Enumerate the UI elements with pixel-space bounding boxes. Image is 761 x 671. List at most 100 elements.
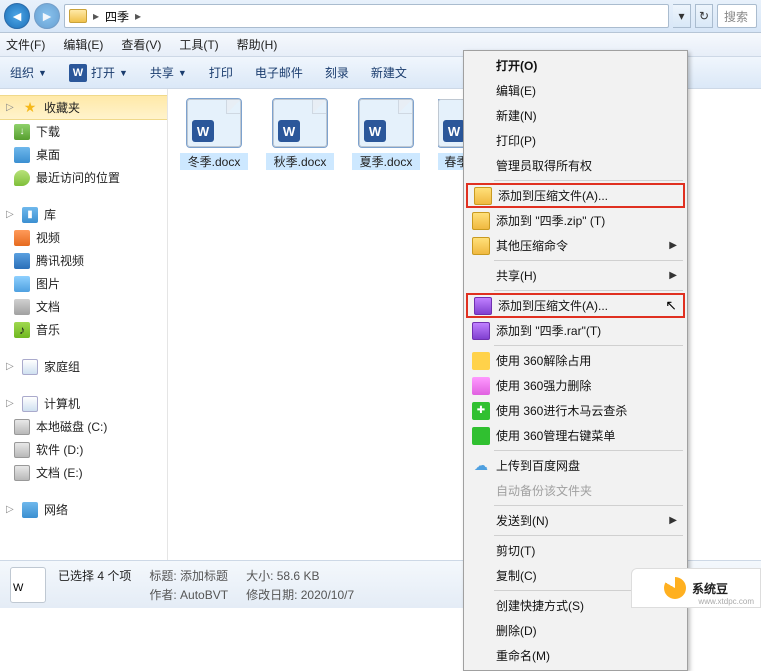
menu-help[interactable]: 帮助(H) <box>237 36 278 53</box>
zip-icon <box>472 212 490 230</box>
menu-view[interactable]: 查看(V) <box>121 36 161 53</box>
forward-button[interactable]: ► <box>34 3 60 29</box>
ctx-add-rar[interactable]: 添加到 "四季.rar"(T) <box>466 318 685 343</box>
drive-icon <box>14 419 30 435</box>
ctx-upload-cloud[interactable]: ☁上传到百度网盘 <box>466 453 685 478</box>
docx-icon: W <box>273 99 327 147</box>
folder-icon <box>69 9 87 23</box>
ctx-rename[interactable]: 重命名(M) <box>466 643 685 668</box>
file-tile[interactable]: W 夏季.docx <box>352 99 420 170</box>
sidebar: ▷★收藏夹 ↓下载 桌面 最近访问的位置 ▷▮库 视频 腾讯视频 图片 文档 ♪… <box>0 89 168 560</box>
zip-icon <box>472 237 490 255</box>
tb-open[interactable]: W打开▼ <box>69 64 128 82</box>
file-tile[interactable]: W 秋季.docx <box>266 99 334 170</box>
breadcrumb-folder[interactable]: 四季 <box>105 8 129 25</box>
chevron-right-icon: ▸ <box>93 9 99 23</box>
docx-icon: W <box>187 99 241 147</box>
ctx-open[interactable]: 打开(O) <box>466 53 685 78</box>
back-button[interactable]: ◄ <box>4 3 30 29</box>
video-icon <box>14 230 30 246</box>
document-icon <box>14 299 30 315</box>
sidebar-computer[interactable]: ▷计算机 <box>0 392 167 415</box>
ctx-add-zip[interactable]: 添加到 "四季.zip" (T) <box>466 208 685 233</box>
network-icon <box>22 502 38 518</box>
separator <box>494 260 683 261</box>
separator <box>494 180 683 181</box>
file-tile[interactable]: W 冬季.docx <box>180 99 248 170</box>
nav-bar: ◄ ► ▸ 四季 ▸ ▾ ↻ 搜索 <box>0 0 761 33</box>
ctx-360-menu[interactable]: 使用 360管理右键菜单 <box>466 423 685 448</box>
tb-print[interactable]: 打印 <box>209 64 233 81</box>
ctx-360-unlock[interactable]: 使用 360解除占用 <box>466 348 685 373</box>
desktop-icon <box>14 147 30 163</box>
separator <box>494 450 683 451</box>
tb-newfolder[interactable]: 新建文 <box>371 64 407 81</box>
zip-icon <box>474 187 492 205</box>
sidebar-music[interactable]: ♪音乐 <box>0 318 167 341</box>
menu-tools[interactable]: 工具(T) <box>179 36 218 53</box>
separator <box>494 535 683 536</box>
tb-share[interactable]: 共享▼ <box>150 64 187 81</box>
breadcrumb-dropdown[interactable]: ▾ <box>673 4 691 28</box>
sidebar-tencent[interactable]: 腾讯视频 <box>0 249 167 272</box>
sidebar-desktop[interactable]: 桌面 <box>0 143 167 166</box>
sidebar-recent[interactable]: 最近访问的位置 <box>0 166 167 189</box>
ctx-new[interactable]: 新建(N) <box>466 103 685 128</box>
docx-icon: W <box>359 99 413 147</box>
ctx-360-scan[interactable]: ✚使用 360进行木马云查杀 <box>466 398 685 423</box>
recent-icon <box>14 170 30 186</box>
ctx-share[interactable]: 共享(H)▶ <box>466 263 685 288</box>
separator <box>494 290 683 291</box>
sidebar-drive-e[interactable]: 文档 (E:) <box>0 461 167 484</box>
ctx-admin[interactable]: 管理员取得所有权 <box>466 153 685 178</box>
separator <box>494 505 683 506</box>
360-icon <box>472 427 490 445</box>
360-icon: ✚ <box>472 402 490 420</box>
sidebar-favorites[interactable]: ▷★收藏夹 <box>0 95 167 120</box>
search-placeholder: 搜索 <box>724 8 748 25</box>
drive-icon <box>14 442 30 458</box>
library-icon: ▮ <box>22 207 38 223</box>
picture-icon <box>14 276 30 292</box>
ctx-add-archive-zip[interactable]: 添加到压缩文件(A)... <box>466 183 685 208</box>
sidebar-downloads[interactable]: ↓下载 <box>0 120 167 143</box>
ctx-send-to[interactable]: 发送到(N)▶ <box>466 508 685 533</box>
sidebar-pictures[interactable]: 图片 <box>0 272 167 295</box>
docx-icon: W <box>10 567 46 603</box>
chevron-right-icon: ▸ <box>135 9 141 23</box>
cursor-icon: ↖ <box>665 297 677 314</box>
ctx-other-zip[interactable]: 其他压缩命令▶ <box>466 233 685 258</box>
ctx-delete[interactable]: 删除(D) <box>466 618 685 643</box>
ctx-cut[interactable]: 剪切(T) <box>466 538 685 563</box>
breadcrumb[interactable]: ▸ 四季 ▸ <box>64 4 669 28</box>
sidebar-homegroup[interactable]: ▷家庭组 <box>0 355 167 378</box>
ctx-360-delete[interactable]: 使用 360强力删除 <box>466 373 685 398</box>
sidebar-documents[interactable]: 文档 <box>0 295 167 318</box>
sidebar-libraries[interactable]: ▷▮库 <box>0 203 167 226</box>
menu-file[interactable]: 文件(F) <box>6 36 45 53</box>
download-icon: ↓ <box>14 124 30 140</box>
tb-burn[interactable]: 刻录 <box>325 64 349 81</box>
chevron-right-icon: ▶ <box>669 270 677 281</box>
watermark-logo-icon <box>664 577 686 599</box>
ctx-edit[interactable]: 编辑(E) <box>466 78 685 103</box>
menu-edit[interactable]: 编辑(E) <box>63 36 103 53</box>
rar-icon <box>474 297 492 315</box>
tb-email[interactable]: 电子邮件 <box>255 64 303 81</box>
sidebar-drive-d[interactable]: 软件 (D:) <box>0 438 167 461</box>
search-input[interactable]: 搜索 <box>717 4 757 28</box>
star-icon: ★ <box>22 100 38 116</box>
music-icon: ♪ <box>14 322 30 338</box>
chevron-right-icon: ▶ <box>669 515 677 526</box>
ctx-print[interactable]: 打印(P) <box>466 128 685 153</box>
cloud-icon: ☁ <box>472 457 490 475</box>
word-icon: W <box>69 64 87 82</box>
drive-icon <box>14 465 30 481</box>
sidebar-videos[interactable]: 视频 <box>0 226 167 249</box>
tb-organize[interactable]: 组织▼ <box>10 64 47 81</box>
ctx-add-archive-rar[interactable]: 添加到压缩文件(A)...↖ <box>466 293 685 318</box>
sidebar-drive-c[interactable]: 本地磁盘 (C:) <box>0 415 167 438</box>
tencent-icon <box>14 253 30 269</box>
sidebar-network[interactable]: ▷网络 <box>0 498 167 521</box>
refresh-button[interactable]: ↻ <box>695 4 713 28</box>
